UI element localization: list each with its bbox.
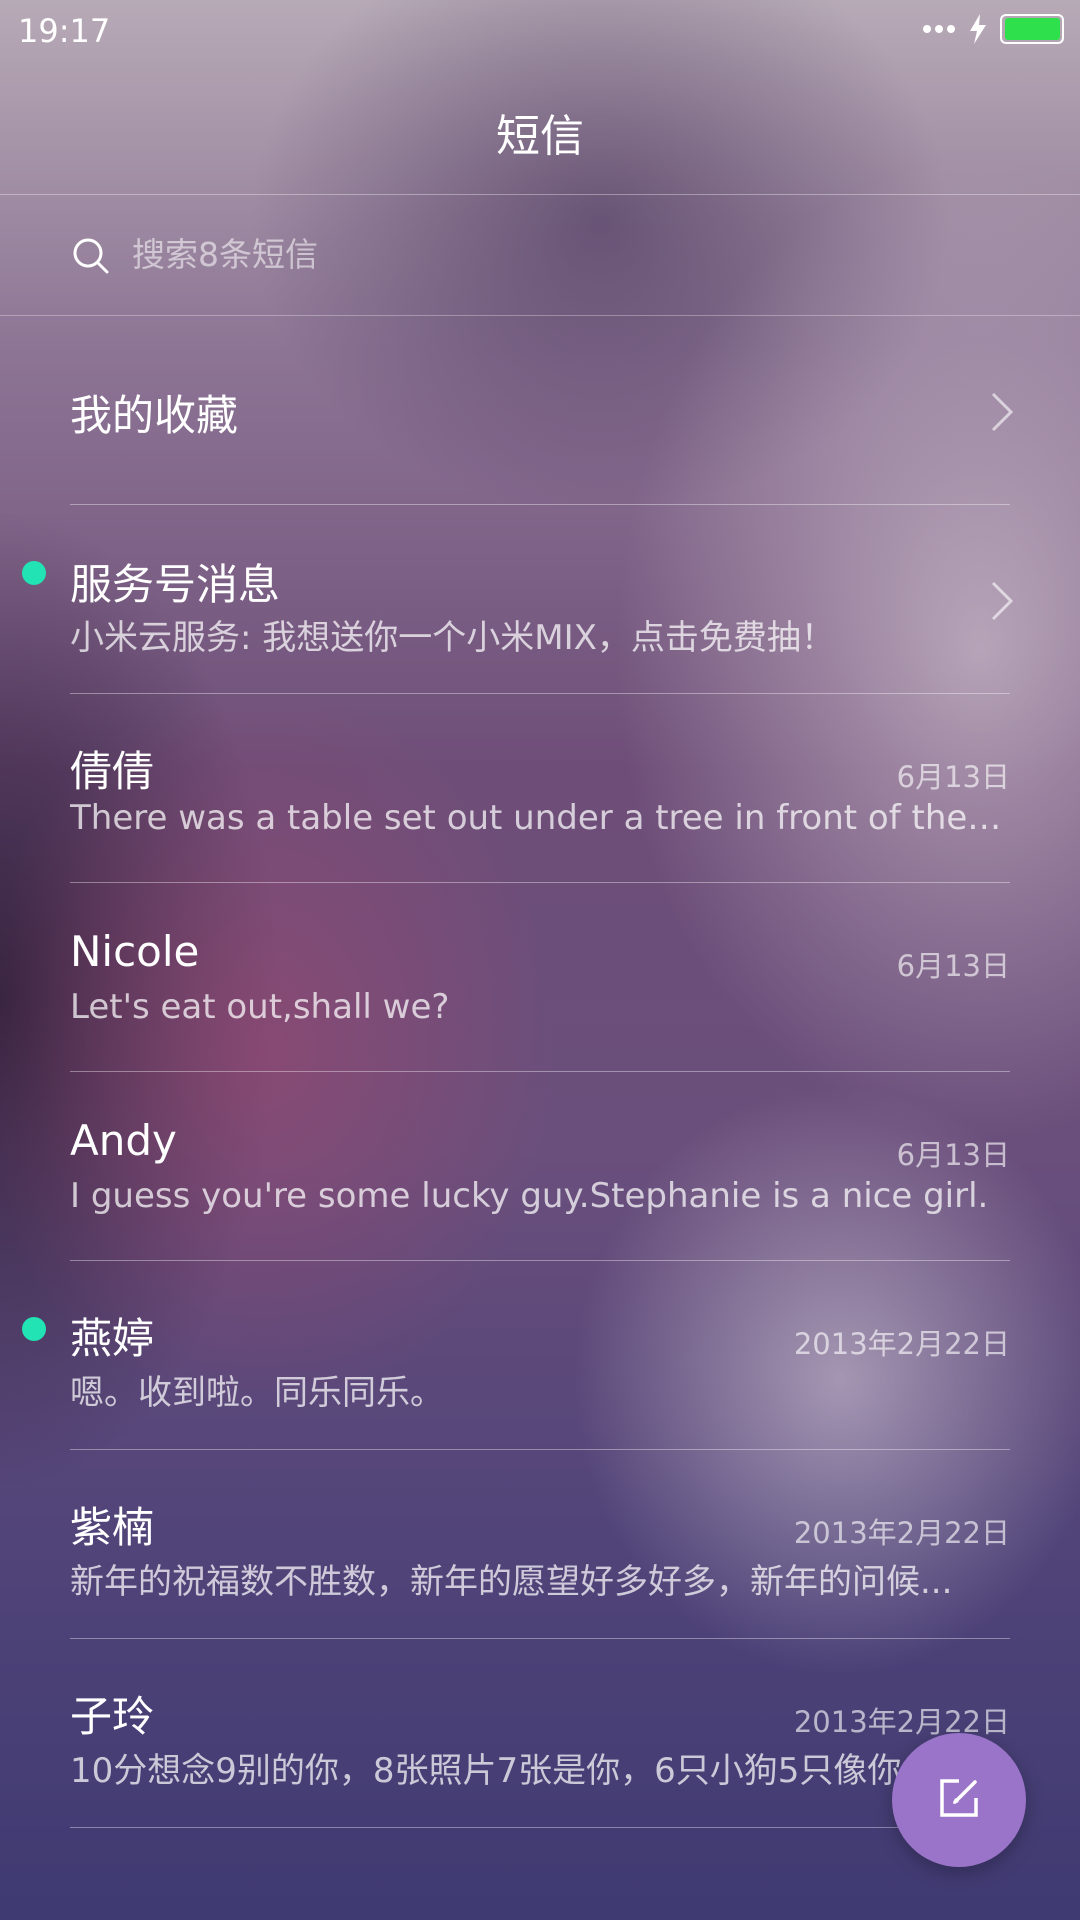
- conversation-row[interactable]: 燕婷 2013年2月22日 嗯。收到啦。同乐同乐。: [0, 1261, 1080, 1450]
- message-preview: I guess you're some lucky guy.Stephanie …: [70, 1176, 989, 1216]
- conversation-row[interactable]: Andy 6月13日 I guess you're some lucky guy…: [0, 1072, 1080, 1261]
- contact-name: Andy: [70, 1116, 177, 1165]
- contact-name: 倩倩: [70, 747, 155, 796]
- message-preview: 嗯。收到啦。同乐同乐。: [70, 1373, 444, 1413]
- message-date: 6月13日: [896, 949, 1010, 983]
- status-bar: 19:17: [0, 0, 1080, 62]
- status-time: 19:17: [18, 12, 111, 50]
- search-input[interactable]: [130, 223, 984, 285]
- message-date: 6月13日: [896, 1138, 1010, 1172]
- unread-dot: [22, 561, 46, 585]
- conversation-row[interactable]: 紫楠 2013年2月22日 新年的祝福数不胜数，新年的愿望好多好多，新年的问候.…: [0, 1450, 1080, 1639]
- search-icon: [72, 237, 110, 279]
- message-date: 2013年2月22日: [793, 1516, 1010, 1550]
- title-bar: 短信: [0, 62, 1080, 195]
- message-preview: 新年的祝福数不胜数，新年的愿望好多好多，新年的问候...: [70, 1562, 953, 1602]
- status-icons: [922, 14, 1066, 44]
- favorites-label: 我的收藏: [70, 391, 239, 440]
- message-date: 6月13日: [896, 760, 1010, 794]
- contact-name: 紫楠: [70, 1503, 155, 1552]
- message-preview: Let's eat out,shall we?: [70, 987, 450, 1027]
- conversation-row[interactable]: 倩倩 6月13日 There was a table set out under…: [0, 694, 1080, 883]
- compose-icon: [937, 1776, 981, 1824]
- page-title: 短信: [496, 111, 584, 162]
- contact-name: Nicole: [70, 927, 200, 976]
- service-messages-row[interactable]: 服务号消息 小米云服务: 我想送你一个小米MIX，点击免费抽！: [0, 505, 1080, 694]
- contact-name: 子玲: [70, 1692, 155, 1741]
- service-title: 服务号消息: [70, 560, 281, 609]
- more-dots-icon: [922, 23, 956, 35]
- divider: [70, 1827, 1010, 1828]
- message-preview: 10分想念9别的你，8张照片7张是你，6只小狗5只像你: [70, 1751, 902, 1791]
- message-preview: There was a table set out under a tree i…: [70, 798, 1010, 838]
- favorites-row[interactable]: 我的收藏: [0, 316, 1080, 505]
- message-date: 2013年2月22日: [793, 1327, 1010, 1361]
- search-bar[interactable]: [0, 195, 1080, 316]
- compose-button[interactable]: [892, 1733, 1026, 1867]
- service-preview: 小米云服务: 我想送你一个小米MIX，点击免费抽！: [70, 618, 835, 658]
- battery-icon: [1000, 14, 1066, 44]
- contact-name: 燕婷: [70, 1314, 155, 1363]
- chevron-right-icon: [990, 580, 1014, 626]
- charging-bolt-icon: [968, 14, 988, 44]
- conversation-row[interactable]: Nicole 6月13日 Let's eat out,shall we?: [0, 883, 1080, 1072]
- unread-dot: [22, 1317, 46, 1341]
- chevron-right-icon: [990, 391, 1014, 437]
